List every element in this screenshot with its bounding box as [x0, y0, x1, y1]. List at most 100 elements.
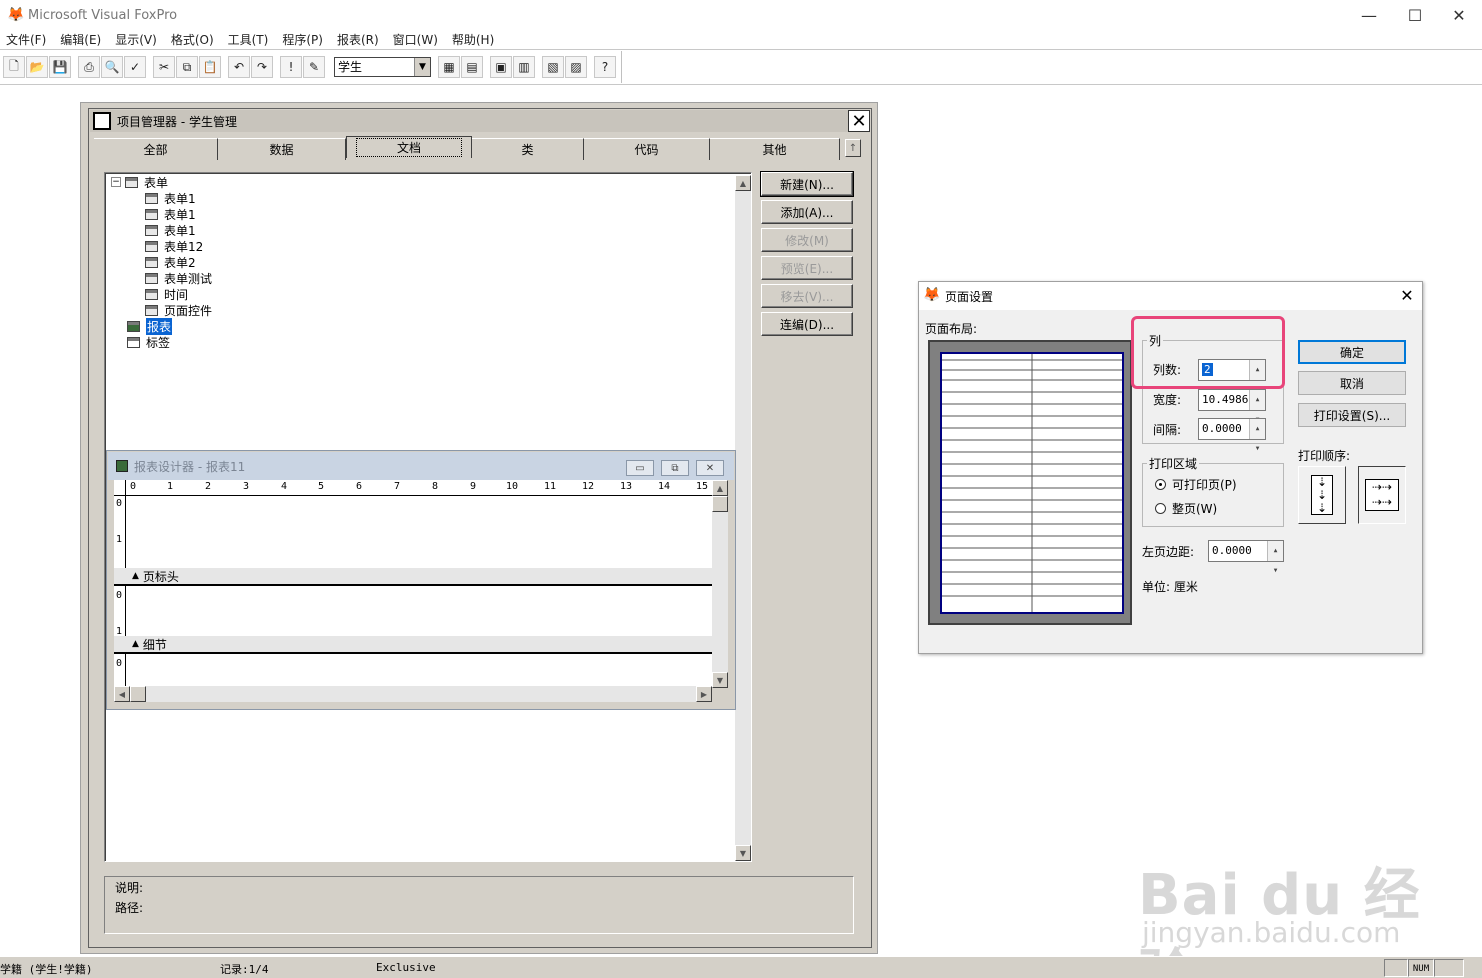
tree-item-form[interactable]: 表单1 [145, 190, 196, 206]
cancel-button[interactable]: 取消 [1298, 371, 1406, 395]
run-icon[interactable]: ! [280, 56, 302, 78]
cut-icon[interactable]: ✂ [153, 56, 175, 78]
tree-node-labels[interactable]: 标签 [127, 334, 170, 350]
rd-vertical-scrollbar[interactable]: ▲ ▼ [712, 480, 728, 688]
command-window-icon[interactable]: ▣ [490, 56, 512, 78]
minimize-button[interactable]: — [1346, 0, 1392, 30]
build-button[interactable]: 连编(D)... [761, 312, 853, 336]
data-session-icon[interactable]: ▥ [513, 56, 535, 78]
scroll-right-icon[interactable]: ▶ [696, 686, 712, 702]
spinner-arrows-icon[interactable]: ▲▼ [1249, 419, 1265, 452]
spinner-arrows-icon[interactable]: ▲▼ [1267, 541, 1283, 574]
menu-window[interactable]: 窗口(W) [393, 31, 438, 48]
page-setup-close-icon[interactable]: ✕ [1396, 284, 1418, 306]
menu-file[interactable]: 文件(F) [6, 31, 46, 48]
column-spacing-spinner[interactable]: 0.0000 ▲ ▼ [1198, 418, 1266, 452]
tab-other[interactable]: 其他 [710, 138, 840, 160]
help-icon[interactable]: ? [594, 56, 616, 78]
tree-item-form[interactable]: 表单12 [145, 238, 203, 254]
menu-program[interactable]: 程序(P) [282, 31, 323, 48]
menu-edit[interactable]: 编辑(E) [60, 31, 101, 48]
project-manager-close-icon[interactable]: ✕ [848, 110, 870, 132]
chevron-down-icon[interactable]: ▼ [414, 58, 430, 76]
menu-report[interactable]: 报表(R) [337, 31, 379, 48]
menu-format[interactable]: 格式(O) [171, 31, 214, 48]
rd-close-icon[interactable]: ✕ [696, 460, 724, 476]
tree-label: 表单测试 [164, 271, 213, 286]
tab-classes[interactable]: 类 [472, 138, 584, 160]
redo-icon[interactable]: ↷ [251, 56, 273, 78]
tree-item-form[interactable]: 表单测试 [145, 270, 212, 286]
menu-tools[interactable]: 工具(T) [228, 31, 269, 48]
add-button[interactable]: 添加(A)... [761, 200, 853, 224]
print-order-left-to-right-button[interactable]: ⇢⇢ ⇢⇢ [1358, 466, 1406, 524]
tab-documents[interactable]: 文档 [346, 136, 472, 158]
copy-icon[interactable]: ⧉ [176, 56, 198, 78]
ruler-tick: 7 [394, 481, 401, 492]
tab-classes-label: 类 [521, 143, 534, 157]
spell-check-icon[interactable]: ✓ [124, 56, 146, 78]
band-detail[interactable]: ▲ 细节 [114, 636, 712, 654]
scroll-down-icon[interactable]: ▼ [735, 845, 751, 861]
page-setup-title-bar: 🦊 页面设置 [919, 282, 1422, 310]
close-button[interactable]: ✕ [1436, 0, 1482, 30]
ok-button[interactable]: 确定 [1298, 340, 1406, 364]
new-file-icon[interactable]: 🗋 [3, 56, 25, 78]
new-button[interactable]: 新建(N)... [760, 171, 854, 197]
report-wizard-icon[interactable]: ▤ [461, 56, 483, 78]
tree-node-reports[interactable]: 报表 [127, 317, 173, 335]
collapse-arrow-icon[interactable]: ↑ [845, 139, 861, 157]
print-preview-icon[interactable]: 🔍 [101, 56, 123, 78]
tab-all[interactable]: 全部 [94, 138, 218, 160]
print-icon[interactable]: ⎙ [78, 56, 100, 78]
paste-icon[interactable]: 📋 [199, 56, 221, 78]
build-icon[interactable]: ▧ [542, 56, 564, 78]
scroll-up-icon[interactable]: ▲ [712, 480, 728, 496]
scroll-down-icon[interactable]: ▼ [712, 672, 728, 688]
form-wizard-icon[interactable]: ▦ [438, 56, 460, 78]
collapse-icon[interactable]: − [111, 177, 121, 187]
scroll-left-icon[interactable]: ◀ [114, 686, 130, 702]
remove-button[interactable]: 移去(V)... [761, 284, 853, 308]
modify-form-icon[interactable]: ✎ [303, 56, 325, 78]
print-setup-button[interactable]: 打印设置(S)... [1298, 403, 1406, 427]
tree-item-form[interactable]: 表单1 [145, 222, 196, 238]
column-width-spinner[interactable]: 10.4986 ▲▼ [1198, 389, 1266, 423]
printable-page-radio[interactable]: 可打印页(P) [1155, 476, 1237, 493]
whole-page-radio[interactable]: 整页(W) [1155, 500, 1217, 517]
radio-unselected-icon[interactable] [1155, 503, 1166, 514]
print-order-top-to-bottom-button[interactable]: ⇣ ⇣ ⇣ [1298, 466, 1346, 524]
tree-label: 页面控件 [164, 303, 213, 318]
tree-item-form[interactable]: 时间 [145, 286, 188, 302]
maximize-button[interactable]: ☐ [1392, 0, 1438, 30]
description-label: 说明: [115, 881, 144, 895]
band-page-header[interactable]: ▲ 页标头 [114, 568, 712, 586]
tab-code[interactable]: 代码 [584, 138, 710, 160]
menu-help[interactable]: 帮助(H) [452, 31, 494, 48]
menu-view[interactable]: 显示(V) [115, 31, 157, 48]
rd-horizontal-scrollbar[interactable]: ◀ ▶ [114, 686, 712, 702]
tree-node-forms[interactable]: − 表单 [111, 174, 168, 190]
tree-item-form[interactable]: 表单2 [145, 254, 196, 270]
tree-item-form[interactable]: 页面控件 [145, 302, 212, 318]
tree-label: 表单12 [164, 239, 204, 254]
wizard-icon[interactable]: ▨ [565, 56, 587, 78]
rd-minimize-icon[interactable]: ▭ [626, 460, 654, 476]
radio-selected-icon[interactable] [1155, 479, 1166, 490]
rd-restore-icon[interactable]: ⧉ [661, 460, 689, 476]
database-combo[interactable]: 学生 ▼ [334, 57, 431, 77]
open-folder-icon[interactable]: 📂 [26, 56, 48, 78]
preview-button[interactable]: 预览(E)... [761, 256, 853, 280]
scroll-thumb[interactable] [712, 496, 728, 512]
save-icon[interactable]: 💾 [49, 56, 71, 78]
report-designer-icon [116, 460, 128, 472]
scroll-thumb[interactable] [130, 686, 146, 702]
modify-button[interactable]: 修改(M) [761, 228, 853, 252]
left-margin-spinner[interactable]: 0.0000 ▲ ▼ [1208, 540, 1284, 574]
spinner-arrows-icon[interactable]: ▲▼ [1249, 390, 1265, 423]
tab-data[interactable]: 数据 [218, 138, 346, 160]
tree-scrollbar[interactable]: ▲ ▼ [735, 175, 751, 861]
tree-item-form[interactable]: 表单1 [145, 206, 196, 222]
undo-icon[interactable]: ↶ [228, 56, 250, 78]
scroll-up-icon[interactable]: ▲ [735, 175, 751, 191]
